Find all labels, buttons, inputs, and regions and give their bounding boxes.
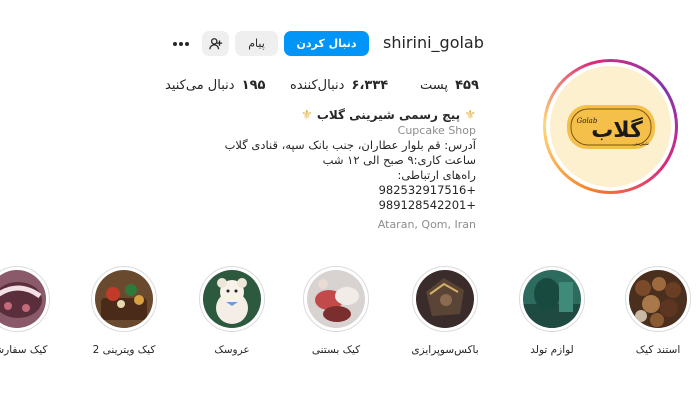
showcase-cake-image (95, 270, 153, 328)
highlight-label: کیک ویترینی 2 (92, 344, 156, 356)
highlight-label: عروسک (214, 344, 250, 356)
following-label: دنبال می‌کنید (165, 78, 235, 93)
party-supplies-image (523, 270, 581, 328)
suggested-users-button[interactable] (202, 31, 229, 56)
highlight-label: باکس‌سوپرایزی (411, 344, 479, 356)
add-person-icon (208, 37, 222, 49)
highlight-item[interactable]: عروسک (197, 266, 267, 366)
highlight-item[interactable]: کیک بستنی (301, 266, 371, 366)
highlight-label: کیک بستنی (311, 344, 361, 356)
following-count: ۱۹۵ (241, 78, 266, 93)
posts-stat: ۴۵۹ پست (420, 78, 479, 93)
bio-contact-label: راه‌های ارتباطی: (397, 168, 476, 182)
posts-count: ۴۵۹ (455, 78, 479, 93)
bio-name-line: ⚜ پیج رسمی شیرینی گلاب ⚜ (156, 108, 476, 123)
avatar-logo: گلاب Golab شیرینی (550, 66, 671, 187)
cake-stand-image (629, 270, 687, 328)
ice-cream-cake-image (307, 270, 365, 328)
message-button[interactable]: پیام (235, 31, 278, 56)
bio-location[interactable]: Ataran, Qom, Iran (156, 217, 476, 232)
golab-logo-icon: گلاب Golab شیرینی (554, 70, 667, 183)
surprise-box-image (416, 270, 474, 328)
bio-phone-1: 982532917516+ (378, 183, 476, 197)
highlight-item[interactable]: لوازم تولد (517, 266, 587, 366)
bio-address: آدرس: قم بلوار عطاران، جنب بانک سپه، قنا… (224, 138, 476, 152)
bio-phone-2: 989128542201+ (378, 198, 476, 212)
followers-count: ۶،۳۳۴ (351, 78, 389, 93)
svg-text:شیرینی: شیرینی (633, 141, 649, 147)
custom-cake-image (0, 270, 46, 328)
more-horizontal-icon (173, 41, 189, 46)
profile-username: shirini_golab (383, 33, 484, 52)
profile-bio: ⚜ پیج رسمی شیرینی گلاب ⚜ Cupcake Shop آد… (156, 108, 476, 232)
highlight-label: استند کیک (635, 344, 681, 356)
bio-hours: ساعت کاری:۹ صبح الی ۱۲ شب (322, 153, 476, 167)
svg-text:Golab: Golab (576, 117, 597, 125)
highlight-label: لوازم تولد (530, 344, 574, 356)
profile-avatar[interactable]: گلاب Golab شیرینی (543, 59, 678, 194)
highlight-label: کیک سفارشی (0, 344, 48, 356)
highlight-item[interactable]: باکس‌سوپرایزی (410, 266, 480, 366)
highlight-item[interactable]: استند کیک (623, 266, 693, 366)
highlight-item[interactable]: کیک سفارشی (0, 266, 52, 366)
fleur-icon: ⚜ (464, 108, 476, 123)
bio-category: Cupcake Shop (397, 124, 476, 137)
followers-stat[interactable]: ۶،۳۳۴ دنبال‌کننده (290, 78, 388, 93)
bio-name: پیج رسمی شیرینی گلاب (316, 108, 461, 122)
highlight-item[interactable]: کیک ویترینی 2 (89, 266, 159, 366)
follow-button[interactable]: دنبال کردن (284, 31, 369, 56)
posts-label: پست (420, 78, 448, 93)
more-options-button[interactable] (168, 31, 194, 56)
fleur-icon: ⚜ (300, 108, 313, 123)
svg-text:گلاب: گلاب (591, 116, 643, 143)
following-stat[interactable]: ۱۹۵ دنبال می‌کنید (165, 78, 265, 93)
teddy-bear-image (203, 270, 261, 328)
followers-label: دنبال‌کننده (290, 78, 345, 93)
